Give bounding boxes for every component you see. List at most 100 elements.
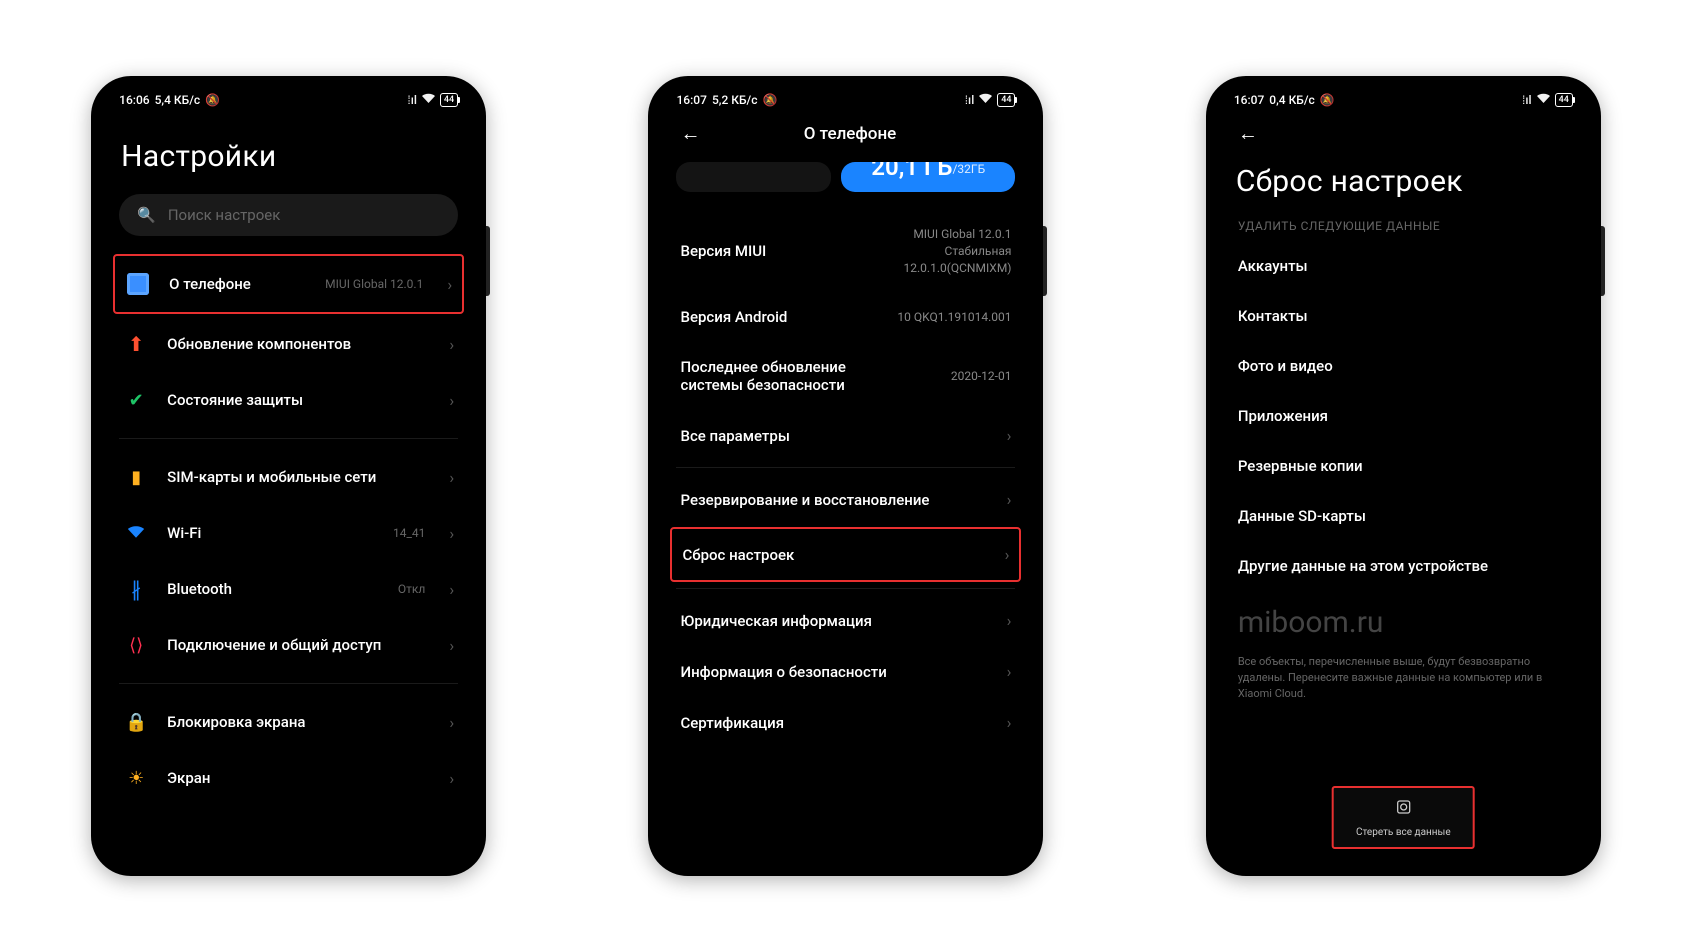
item-label: Подключение и общий доступ xyxy=(167,636,431,654)
row-miui-version[interactable]: Версия MIUI MIUI Global 12.0.1 Стабильна… xyxy=(676,210,1015,292)
statusbar: 16:07 5,2 КБ/с 🔕 ⁞ıl 44 xyxy=(658,86,1033,109)
item-display[interactable]: ☀ Экран › xyxy=(119,750,458,806)
wifi-icon xyxy=(978,92,993,107)
item-value: MIUI Global 12.0.1 xyxy=(325,277,423,291)
sim-icon: ▮ xyxy=(131,467,141,488)
row-label: Версия Android xyxy=(680,308,897,326)
row-label: Последнее обновление системы безопасност… xyxy=(680,358,890,394)
chevron-right-icon: › xyxy=(449,636,454,655)
chevron-right-icon: › xyxy=(449,580,454,599)
wifi-icon xyxy=(421,92,436,107)
item-sim-networks[interactable]: ▮ SIM-карты и мобильные сети › xyxy=(119,449,458,505)
search-placeholder: Поиск настроек xyxy=(168,206,281,224)
warning-text: Все объекты, перечисленные выше, будут б… xyxy=(1238,654,1569,702)
chevron-right-icon: › xyxy=(449,468,454,487)
item-label: Блокировка экрана xyxy=(167,713,431,731)
status-time: 16:07 xyxy=(1234,93,1264,107)
item-connection-sharing[interactable]: ⟨⟩ Подключение и общий доступ › xyxy=(119,617,458,673)
item-apps: Приложения xyxy=(1234,391,1573,441)
divider xyxy=(676,588,1015,589)
status-speed: 5,4 КБ/с xyxy=(155,93,201,107)
search-input[interactable]: 🔍 Поиск настроек xyxy=(119,194,458,236)
lock-icon: 🔒 xyxy=(125,712,147,733)
back-button[interactable]: ← xyxy=(680,121,700,146)
chevron-right-icon: › xyxy=(1007,662,1012,681)
page-title: Настройки xyxy=(121,139,458,174)
row-value: 10 QKQ1.191014.001 xyxy=(897,309,1011,326)
divider xyxy=(119,438,458,439)
row-label: Сброс настроек xyxy=(682,546,996,564)
item-bluetooth[interactable]: ∦ Bluetooth Откл › xyxy=(119,561,458,617)
search-icon: 🔍 xyxy=(137,206,156,224)
row-label: Сертификация xyxy=(680,714,998,732)
item-value: Откл xyxy=(398,582,425,596)
chevron-right-icon: › xyxy=(1007,490,1012,509)
back-button[interactable]: ← xyxy=(1238,121,1258,146)
reset-icon xyxy=(1394,798,1412,816)
status-time: 16:07 xyxy=(676,93,706,107)
chevron-right-icon: › xyxy=(447,275,452,294)
item-about-phone[interactable]: О телефоне MIUI Global 12.0.1 › xyxy=(113,254,464,314)
row-all-specs[interactable]: Все параметры › xyxy=(676,410,1015,461)
battery-icon: 44 xyxy=(1555,93,1573,107)
bluetooth-icon: ∦ xyxy=(131,577,141,601)
row-label: Резервирование и восстановление xyxy=(680,491,998,509)
row-factory-reset[interactable]: Сброс настроек › xyxy=(670,527,1021,582)
storage-widget[interactable]: 20,1 ГБ /32ГБ xyxy=(676,162,1015,192)
chevron-right-icon: › xyxy=(1005,545,1010,564)
item-lock-screen[interactable]: 🔒 Блокировка экрана › xyxy=(119,694,458,750)
row-legal-info[interactable]: Юридическая информация › xyxy=(676,595,1015,646)
item-sd-data: Данные SD-карты xyxy=(1234,491,1573,541)
chevron-right-icon: › xyxy=(449,713,454,732)
row-backup-restore[interactable]: Резервирование и восстановление › xyxy=(676,474,1015,525)
chevron-right-icon: › xyxy=(449,769,454,788)
item-component-update[interactable]: ⬆ Обновление компонентов › xyxy=(119,316,458,372)
header-title: О телефоне xyxy=(718,124,981,144)
divider xyxy=(676,467,1015,468)
connection-icon: ⟨⟩ xyxy=(129,635,143,656)
row-android-version[interactable]: Версия Android 10 QKQ1.191014.001 xyxy=(676,292,1015,342)
chevron-right-icon: › xyxy=(1007,611,1012,630)
item-other-data: Другие данные на этом устройстве xyxy=(1234,541,1573,591)
watermark: miboom.ru xyxy=(1238,605,1569,640)
chevron-right-icon: › xyxy=(449,524,454,543)
item-backups: Резервные копии xyxy=(1234,441,1573,491)
section-header: УДАЛИТЬ СЛЕДУЮЩИЕ ДАННЫЕ xyxy=(1238,219,1569,233)
item-security-status[interactable]: ✔ Состояние защиты › xyxy=(119,372,458,428)
sun-icon: ☀ xyxy=(128,768,144,789)
chevron-right-icon: › xyxy=(449,335,454,354)
shield-icon: ✔ xyxy=(129,390,144,411)
phone-icon xyxy=(127,273,149,295)
erase-all-button[interactable]: Стереть все данные xyxy=(1332,786,1475,849)
page-title: Сброс настроек xyxy=(1236,164,1573,199)
phone-mockup-3: 16:07 0,4 КБ/с 🔕 ⁞ıl 44 ← Сброс настроек… xyxy=(1206,76,1601,876)
row-value: 2020-12-01 xyxy=(951,368,1012,385)
item-label: SIM-карты и мобильные сети xyxy=(167,468,431,486)
mute-icon: 🔕 xyxy=(1320,93,1335,107)
item-accounts: Аккаунты xyxy=(1234,241,1573,291)
storage-used: 20,1 ГБ xyxy=(871,162,952,174)
statusbar: 16:07 0,4 КБ/с 🔕 ⁞ıl 44 xyxy=(1216,86,1591,109)
item-photos-videos: Фото и видео xyxy=(1234,341,1573,391)
item-wifi[interactable]: Wi-Fi 14_41 › xyxy=(119,505,458,561)
row-value: MIUI Global 12.0.1 Стабильная 12.0.1.0(Q… xyxy=(904,226,1012,276)
wifi-icon xyxy=(1536,92,1551,107)
status-time: 16:06 xyxy=(119,93,149,107)
erase-label: Стереть все данные xyxy=(1356,827,1451,838)
signal-icon: ⁞ıl xyxy=(965,93,975,107)
row-label: Все параметры xyxy=(680,427,998,445)
statusbar: 16:06 5,4 КБ/с 🔕 ⁞ıl 44 xyxy=(101,86,476,109)
row-security-update[interactable]: Последнее обновление системы безопасност… xyxy=(676,342,1015,410)
row-label: Версия MIUI xyxy=(680,242,903,260)
row-safety-info[interactable]: Информация о безопасности › xyxy=(676,646,1015,697)
chevron-right-icon: › xyxy=(1007,713,1012,732)
item-label: Wi-Fi xyxy=(167,524,375,542)
row-certification[interactable]: Сертификация › xyxy=(676,697,1015,748)
battery-icon: 44 xyxy=(997,93,1015,107)
item-contacts: Контакты xyxy=(1234,291,1573,341)
signal-icon: ⁞ıl xyxy=(1522,93,1532,107)
battery-icon: 44 xyxy=(440,93,458,107)
status-speed: 5,2 КБ/с xyxy=(712,93,758,107)
chevron-right-icon: › xyxy=(1007,426,1012,445)
item-label: Обновление компонентов xyxy=(167,335,431,353)
